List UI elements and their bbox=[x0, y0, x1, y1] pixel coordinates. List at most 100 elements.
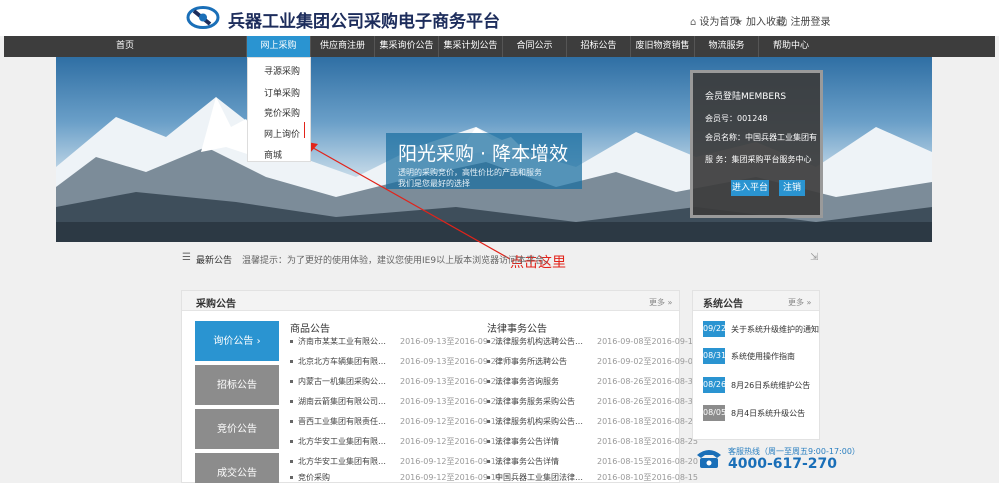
list-item-title: 法律事务公告详情 bbox=[495, 437, 559, 446]
register-login-link[interactable]: ▢ 注册登录 bbox=[778, 13, 830, 28]
notice-text[interactable]: 温馨提示：为了更好的使用体验，建议您使用IE9以上版本浏览器访问本平台。 bbox=[242, 253, 553, 266]
nav-item-logistics[interactable]: 物流服务 bbox=[695, 36, 759, 57]
member-title: 会员登陆MEMBERS bbox=[705, 92, 787, 102]
bullet-icon bbox=[487, 476, 490, 479]
dropdown-item-sourcing[interactable]: 寻源采购 bbox=[264, 64, 300, 77]
list-item-date: 2016-09-08至2016-09-10 bbox=[597, 337, 698, 346]
column-title-legal: 法律事务公告 bbox=[487, 324, 547, 335]
logout-button[interactable]: 注销 bbox=[779, 180, 805, 196]
list-item-title: 北方华安工业集团有限公司询价 bbox=[298, 457, 390, 466]
dropdown-item-online-inquiry[interactable]: 网上询价 bbox=[264, 127, 300, 140]
list-item-title: 法律服务机构选聘公告信息 bbox=[495, 337, 587, 346]
set-homepage-link[interactable]: ⌂ 设为首页 bbox=[690, 13, 739, 28]
user-icon: ▢ bbox=[778, 17, 788, 28]
nav-label: 首页 bbox=[115, 41, 134, 51]
list-item-title: 法律事务服务采购公告 bbox=[495, 397, 575, 406]
list-item-title: 律师事务所选聘公告 bbox=[495, 357, 567, 366]
bullet-icon bbox=[290, 420, 293, 423]
panel-header: 采购公告 更多 » bbox=[182, 291, 679, 311]
member-name-row: 会员名称：中国兵器工业集团有限公司 bbox=[705, 132, 817, 143]
bullet-icon bbox=[487, 380, 490, 383]
list-item[interactable]: 法律服务机构选聘公告信息 2016-09-08至2016-09-10 bbox=[487, 336, 698, 349]
system-more-link[interactable]: 更多 » bbox=[788, 297, 811, 308]
tab-label: 询价公告 bbox=[213, 336, 254, 347]
bullet-icon bbox=[290, 400, 293, 403]
member-number-value: 001248 bbox=[737, 114, 768, 123]
notice-text: 关于系统升级维护的通知 bbox=[731, 325, 819, 334]
list-item[interactable]: 法律事务公告详情 2016-08-15至2016-08-20 bbox=[487, 456, 698, 469]
phone-icon bbox=[697, 450, 721, 468]
list-item[interactable]: 湖南云箭集团有限公司采购 2016-09-13至2016-09-20 bbox=[290, 396, 501, 409]
notice-date: 08/31 bbox=[703, 348, 726, 364]
annotation-arrow bbox=[302, 141, 511, 260]
list-item-date: 2016-09-12至2016-09-19 bbox=[400, 457, 501, 466]
list-item-title: 竞价采购 bbox=[298, 473, 330, 482]
list-item-date: 2016-09-13至2016-09-20 bbox=[400, 377, 501, 386]
list-item[interactable]: 济南市某某工业有限公司采购公告 2016-09-13至2016-09-20 bbox=[290, 336, 501, 349]
logo-icon[interactable] bbox=[186, 5, 220, 30]
list-item-date: 2016-08-26至2016-08-31 bbox=[597, 377, 698, 386]
dropdown-item-order[interactable]: 订单采购 bbox=[264, 86, 300, 99]
tab-label: 竞价公告 bbox=[217, 424, 257, 435]
more-link[interactable]: 更多 » bbox=[649, 297, 672, 308]
tab-deal-notice[interactable]: 成交公告 bbox=[195, 453, 279, 483]
panel-title: 采购公告 bbox=[196, 299, 236, 310]
nav-item-scrap-sales[interactable]: 废旧物资销售 bbox=[631, 36, 695, 57]
star-icon: ★ bbox=[734, 17, 743, 28]
header: 兵器工业集团公司采购电子商务平台 ⌂ 设为首页 ★ 加入收藏 ▢ 注册登录 bbox=[0, 0, 999, 36]
list-item[interactable]: 北京北方车辆集团有限公司询价 2016-09-13至2016-09-20 bbox=[290, 356, 501, 369]
nav-label: 物流服务 bbox=[708, 41, 745, 51]
member-panel: 会员登陆MEMBERS 会员号：001248 会员名称：中国兵器工业集团有限公司… bbox=[690, 70, 823, 218]
system-notice-header: 系统公告 更多 » bbox=[693, 291, 819, 311]
scroll-arrow-icon[interactable]: ⇲ bbox=[810, 252, 818, 263]
member-service-value: 集团采购平台服务中心 bbox=[731, 155, 812, 164]
system-notice-title: 系统公告 bbox=[703, 299, 743, 310]
bullet-icon bbox=[487, 400, 490, 403]
list-item[interactable]: 法律服务机构采购公告详情 2016-08-18至2016-08-25 bbox=[487, 416, 698, 429]
member-name-value: 中国兵器工业集团有限公司 bbox=[745, 133, 817, 142]
enter-platform-button[interactable]: 进入平台 bbox=[731, 180, 769, 196]
bullet-icon bbox=[290, 460, 293, 463]
bullet-icon bbox=[487, 340, 490, 343]
nav-item-plan-notice[interactable]: 集采计划公告 bbox=[439, 36, 503, 57]
tab-bidding-notice[interactable]: 竞价公告 bbox=[195, 409, 279, 451]
list-item-title: 中国兵器工业集团法律事务公告 bbox=[495, 473, 587, 482]
list-item-title: 法律服务机构采购公告详情 bbox=[495, 417, 587, 426]
nav-item-home[interactable]: 首页 bbox=[4, 36, 247, 57]
site-title[interactable]: 兵器工业集团公司采购电子商务平台 bbox=[228, 7, 500, 32]
list-item[interactable]: 法律事务咨询服务 2016-08-26至2016-08-31 bbox=[487, 376, 698, 389]
member-number-row: 会员号：001248 bbox=[705, 114, 768, 123]
nav-item-tender[interactable]: 招标公告 bbox=[567, 36, 631, 57]
nav-label: 合同公示 bbox=[516, 41, 553, 51]
cursor-caret bbox=[304, 122, 305, 138]
nav-item-supplier-register[interactable]: 供应商注册 bbox=[311, 36, 375, 57]
list-item[interactable]: 北方华安工业集团有限公司询价 2016-09-12至2016-09-19 bbox=[290, 456, 501, 469]
nav-label: 网上采购 bbox=[260, 41, 297, 51]
list-item[interactable]: 中国兵器工业集团法律事务公告 2016-08-10至2016-08-15 bbox=[487, 472, 698, 483]
nav-item-contract[interactable]: 合同公示 bbox=[503, 36, 567, 57]
list-item[interactable]: 律师事务所选聘公告 2016-09-02至2016-09-07 bbox=[487, 356, 698, 369]
list-item-date: 2016-08-26至2016-08-31 bbox=[597, 397, 698, 406]
member-service-row: 服 务：集团采购平台服务中心 bbox=[705, 155, 812, 164]
nav-label: 集采计划公告 bbox=[443, 41, 498, 51]
list-item[interactable]: 法律事务公告详情 2016-08-18至2016-08-25 bbox=[487, 436, 698, 449]
nav-item-help[interactable]: 帮助中心 bbox=[759, 36, 823, 57]
tab-tender-notice[interactable]: 招标公告 bbox=[195, 365, 279, 407]
list-item-date: 2016-09-13至2016-09-20 bbox=[400, 337, 501, 346]
dropdown-item-bidding[interactable]: 竞价采购 bbox=[264, 106, 300, 119]
list-item-title: 济南市某某工业有限公司采购公告 bbox=[298, 337, 390, 346]
nav-item-inquiry-notice[interactable]: 集采询价公告 bbox=[375, 36, 439, 57]
bullet-icon bbox=[290, 340, 293, 343]
dropdown-item-mall[interactable]: 商城 bbox=[264, 148, 282, 161]
list-item[interactable]: 竞价采购 2016-09-12至2016-09-19 bbox=[290, 472, 501, 483]
tab-inquiry-notice[interactable]: 询价公告 › bbox=[195, 321, 279, 363]
nav-label: 废旧物资销售 bbox=[635, 41, 690, 51]
list-item[interactable]: 内蒙古一机集团采购公告详情 2016-09-13至2016-09-20 bbox=[290, 376, 501, 389]
notice-text: 8月26日系统维护公告 bbox=[731, 381, 811, 390]
list-item[interactable]: 法律事务服务采购公告 2016-08-26至2016-08-31 bbox=[487, 396, 698, 409]
nav-item-online-purchase[interactable]: 网上采购 bbox=[247, 36, 311, 57]
list-item-title: 法律事务公告详情 bbox=[495, 457, 559, 466]
list-item[interactable]: 北方华安工业集团有限公司询价 2016-09-12至2016-09-19 bbox=[290, 436, 501, 449]
list-item[interactable]: 晋西工业集团有限责任公司询价 2016-09-12至2016-09-19 bbox=[290, 416, 501, 429]
bullet-icon bbox=[290, 476, 293, 479]
